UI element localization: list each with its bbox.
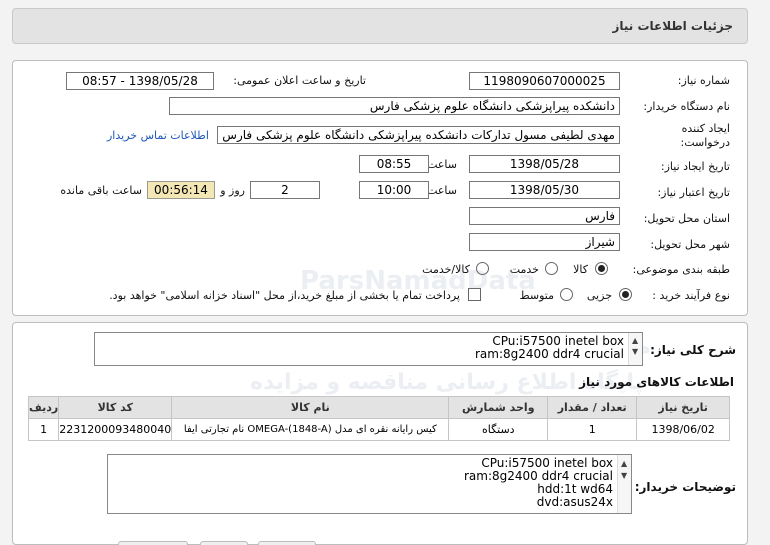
- scroll-down-icon[interactable]: ▼: [632, 345, 638, 358]
- requester-label-text: ایجاد کننده درخواست:: [680, 122, 730, 149]
- buyer-contact-link[interactable]: اطلاعات تماس خریدار: [107, 129, 209, 142]
- days-label: روز و: [220, 184, 245, 197]
- page-header: جزئیات اطلاعات نیاز: [12, 8, 748, 44]
- validity-date-label: تاریخ اعتبار نیاز:: [657, 186, 730, 199]
- remaining-time-label: ساعت باقی مانده: [60, 184, 142, 197]
- scroll-down-icon[interactable]: ▼: [621, 469, 627, 482]
- category-goods-radio[interactable]: [595, 262, 608, 275]
- treasury-payment-note: پرداخت تمام یا بخشی از مبلغ خرید،از محل …: [109, 289, 460, 302]
- city-label: شهر محل تحویل:: [650, 238, 730, 251]
- validity-date-field: 1398/05/30: [469, 181, 620, 199]
- col-need-date: تاریخ نیاز: [636, 396, 730, 419]
- summary-textarea[interactable]: CPu:i57500 inetel box ram:8g2400 ddr4 cr…: [94, 332, 643, 366]
- buyer-notes-label: توضیحات خریدار:: [634, 480, 736, 494]
- cell-item-name: کیس رایانه نقره ای مدل OMEGA-(1848-A) نا…: [171, 418, 450, 441]
- cell-need-date: 1398/06/02: [636, 418, 730, 441]
- bottom-button-3[interactable]: [258, 541, 316, 545]
- treasury-payment-checkbox[interactable]: [468, 288, 481, 301]
- announce-datetime-label: تاریخ و ساعت اعلان عمومی:: [233, 74, 366, 87]
- summary-line-2: ram:8g2400 ddr4 crucial: [475, 347, 624, 361]
- col-row-number: ردیف: [27, 396, 60, 419]
- remaining-time-field: 00:56:14: [147, 181, 215, 199]
- buyer-org-label: نام دستگاه خریدار:: [643, 100, 730, 113]
- items-table-header: تاریخ نیاز تعداد / مقدار واحد شمارش نام …: [27, 396, 730, 419]
- category-service-label: خدمت: [509, 263, 539, 276]
- process-partial-radio[interactable]: [619, 288, 632, 301]
- created-date-label: تاریخ ایجاد نیاز:: [660, 160, 730, 173]
- need-number-label: شماره نیاز:: [677, 74, 730, 87]
- cell-quantity: 1: [547, 418, 638, 441]
- summary-label: شرح کلی نیاز:: [650, 343, 736, 357]
- bottom-button-1[interactable]: [118, 541, 188, 545]
- created-date-field: 1398/05/28: [469, 155, 620, 173]
- page-title: جزئیات اطلاعات نیاز: [612, 19, 733, 33]
- process-type-label: نوع فرآیند خرید :: [652, 289, 730, 302]
- process-medium-radio[interactable]: [560, 288, 573, 301]
- category-goods-label: کالا: [573, 263, 588, 276]
- validity-time-field: 10:00: [359, 181, 429, 199]
- bottom-button-2[interactable]: [200, 541, 248, 545]
- col-item-code: کد کالا: [58, 396, 173, 419]
- buyer-notes-textarea[interactable]: CPu:i57500 inetel box ram:8g2400 ddr4 cr…: [107, 454, 632, 514]
- created-time-field: 08:55: [359, 155, 429, 173]
- validity-time-label: ساعت: [427, 184, 457, 197]
- city-field: شیراز: [469, 233, 620, 251]
- table-row[interactable]: 1398/06/02 1 دستگاه کیس رایانه نقره ای م…: [27, 418, 730, 441]
- notes-line-4: dvd:asus24x: [536, 495, 613, 509]
- items-section-title: اطلاعات کالاهای مورد نیاز: [579, 375, 734, 389]
- province-label: استان محل تحویل:: [643, 212, 730, 225]
- requester-label: ایجاد کننده درخواست:: [638, 122, 730, 150]
- summary-scrollbar[interactable]: ▲ ▼: [628, 333, 642, 365]
- buyer-org-field: دانشکده پیراپزشکی دانشگاه علوم پزشکی فار…: [169, 97, 620, 115]
- category-label: طبقه بندی موضوعی:: [632, 263, 730, 276]
- col-unit: واحد شمارش: [448, 396, 549, 419]
- validity-days-field: 2: [250, 181, 320, 199]
- cell-unit: دستگاه: [448, 418, 549, 441]
- process-partial-label: جزیی: [586, 289, 612, 302]
- category-goods-service-radio[interactable]: [476, 262, 489, 275]
- cell-row-number: 1: [27, 418, 60, 441]
- created-time-label: ساعت: [427, 158, 457, 171]
- col-quantity: تعداد / مقدار: [547, 396, 638, 419]
- category-service-radio[interactable]: [545, 262, 558, 275]
- notes-scrollbar[interactable]: ▲ ▼: [617, 455, 631, 513]
- items-table: تاریخ نیاز تعداد / مقدار واحد شمارش نام …: [27, 396, 730, 441]
- province-field: فارس: [469, 207, 620, 225]
- requester-field: مهدی لطیفی مسول تدارکات دانشکده پیراپزشک…: [217, 126, 620, 144]
- category-goods-service-label: کالا/خدمت: [422, 263, 470, 276]
- need-number-field: 1198090607000025: [469, 72, 620, 90]
- process-medium-label: متوسط: [519, 289, 554, 302]
- announce-datetime-field: 1398/05/28 - 08:57: [66, 72, 214, 90]
- col-item-name: نام کالا: [171, 396, 450, 419]
- cell-item-code: 2231200093480040: [58, 418, 173, 441]
